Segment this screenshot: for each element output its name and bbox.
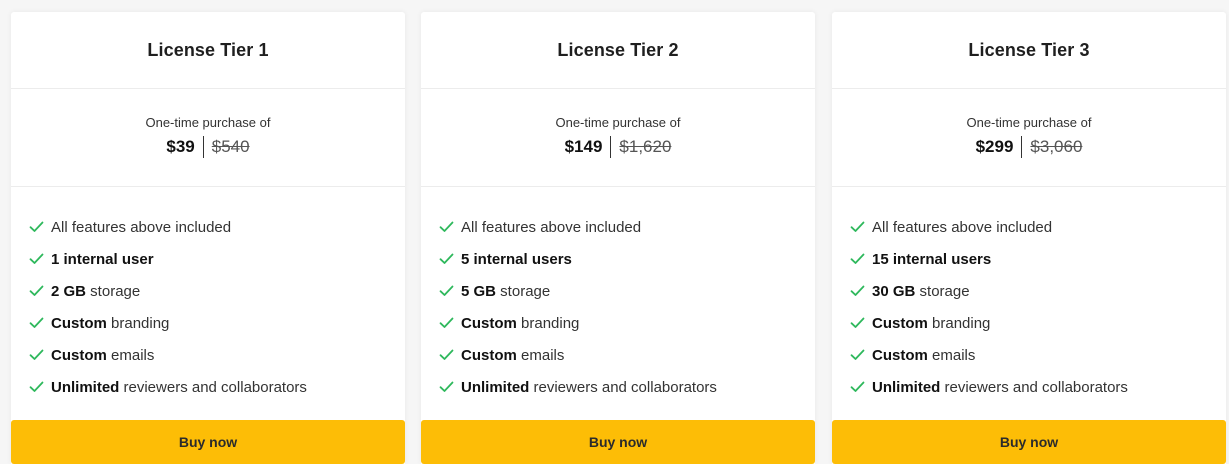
feature-list: All features above included 15 internal … [832, 187, 1226, 403]
check-icon [849, 347, 865, 363]
feature-text: All features above included [872, 218, 1053, 236]
feature-bold: 2 GB [51, 282, 87, 300]
price-block: One-time purchase of $149 $1,620 [421, 89, 815, 187]
feature-list: All features above included 1 internal u… [11, 187, 405, 403]
feature-item: Custom emails [28, 339, 405, 371]
feature-bold: 5 GB [461, 282, 497, 300]
price-row: $149 $1,620 [564, 136, 672, 158]
feature-bold: 5 internal users [461, 250, 572, 268]
current-price: $149 [564, 137, 603, 156]
check-icon [438, 379, 454, 395]
pricing-card-tier-3: License Tier 3 One-time purchase of $299… [832, 12, 1226, 464]
feature-item: Custom branding [849, 307, 1226, 339]
price-caption: One-time purchase of [555, 115, 681, 130]
feature-bold: Unlimited [872, 378, 941, 396]
pricing-cards: License Tier 1 One-time purchase of $39 … [0, 0, 1229, 464]
card-title: License Tier 3 [968, 39, 1090, 60]
feature-item: All features above included [28, 211, 405, 243]
feature-text: storage [86, 282, 141, 300]
feature-item: 5 internal users [438, 243, 815, 275]
feature-text: branding [927, 314, 991, 332]
feature-item: Unlimited reviewers and collaborators [28, 371, 405, 403]
check-icon [438, 219, 454, 235]
feature-bold: 15 internal users [872, 250, 992, 268]
card-header: License Tier 1 [11, 12, 405, 89]
current-price: $39 [166, 137, 195, 156]
feature-text: reviewers and collaborators [529, 378, 717, 396]
check-icon [438, 283, 454, 299]
check-icon [28, 347, 44, 363]
price-caption: One-time purchase of [966, 115, 1092, 130]
buy-now-button[interactable]: Buy now [11, 420, 405, 464]
check-icon [849, 315, 865, 331]
feature-item: Custom branding [438, 307, 815, 339]
card-header: License Tier 3 [832, 12, 1226, 89]
price-row: $299 $3,060 [975, 136, 1083, 158]
card-title: License Tier 2 [557, 39, 679, 60]
buy-now-button[interactable]: Buy now [421, 420, 815, 464]
check-icon [438, 251, 454, 267]
feature-text: emails [106, 346, 155, 364]
feature-bold: Unlimited [51, 378, 120, 396]
check-icon [438, 347, 454, 363]
feature-bold: 1 internal user [51, 250, 154, 268]
feature-bold: Custom [51, 346, 107, 364]
card-title: License Tier 1 [147, 39, 269, 60]
check-icon [28, 219, 44, 235]
check-icon [849, 283, 865, 299]
feature-bold: Custom [51, 314, 107, 332]
feature-item: 15 internal users [849, 243, 1226, 275]
price-block: One-time purchase of $39 $540 [11, 89, 405, 187]
check-icon [28, 283, 44, 299]
current-price: $299 [975, 137, 1014, 156]
feature-text: All features above included [461, 218, 642, 236]
feature-bold: Unlimited [461, 378, 530, 396]
feature-bold: Custom [461, 346, 517, 364]
feature-text: reviewers and collaborators [119, 378, 307, 396]
check-icon [849, 379, 865, 395]
feature-text: emails [927, 346, 976, 364]
feature-text: emails [516, 346, 565, 364]
feature-item: 30 GB storage [849, 275, 1226, 307]
feature-text: branding [516, 314, 580, 332]
card-header: License Tier 2 [421, 12, 815, 89]
feature-text: branding [106, 314, 170, 332]
feature-item: Custom emails [849, 339, 1226, 371]
feature-item: 5 GB storage [438, 275, 815, 307]
feature-bold: Custom [461, 314, 517, 332]
original-price: $1,620 [619, 137, 672, 156]
pricing-card-tier-2: License Tier 2 One-time purchase of $149… [421, 12, 815, 464]
feature-list: All features above included 5 internal u… [421, 187, 815, 403]
feature-item: All features above included [438, 211, 815, 243]
feature-bold: Custom [872, 314, 928, 332]
feature-bold: 30 GB [872, 282, 916, 300]
check-icon [849, 219, 865, 235]
feature-text: All features above included [51, 218, 232, 236]
feature-bold: Custom [872, 346, 928, 364]
feature-text: reviewers and collaborators [940, 378, 1128, 396]
feature-text: storage [915, 282, 970, 300]
feature-item: Custom branding [28, 307, 405, 339]
original-price: $3,060 [1030, 137, 1083, 156]
feature-item: 1 internal user [28, 243, 405, 275]
feature-item: Unlimited reviewers and collaborators [849, 371, 1226, 403]
price-row: $39 $540 [166, 136, 250, 158]
check-icon [438, 315, 454, 331]
check-icon [28, 251, 44, 267]
feature-item: Custom emails [438, 339, 815, 371]
check-icon [849, 251, 865, 267]
feature-item: Unlimited reviewers and collaborators [438, 371, 815, 403]
price-block: One-time purchase of $299 $3,060 [832, 89, 1226, 187]
feature-item: 2 GB storage [28, 275, 405, 307]
check-icon [28, 379, 44, 395]
feature-text: storage [496, 282, 551, 300]
check-icon [28, 315, 44, 331]
price-caption: One-time purchase of [145, 115, 271, 130]
original-price: $540 [211, 137, 250, 156]
pricing-card-tier-1: License Tier 1 One-time purchase of $39 … [11, 12, 405, 464]
feature-item: All features above included [849, 211, 1226, 243]
buy-now-button[interactable]: Buy now [832, 420, 1226, 464]
